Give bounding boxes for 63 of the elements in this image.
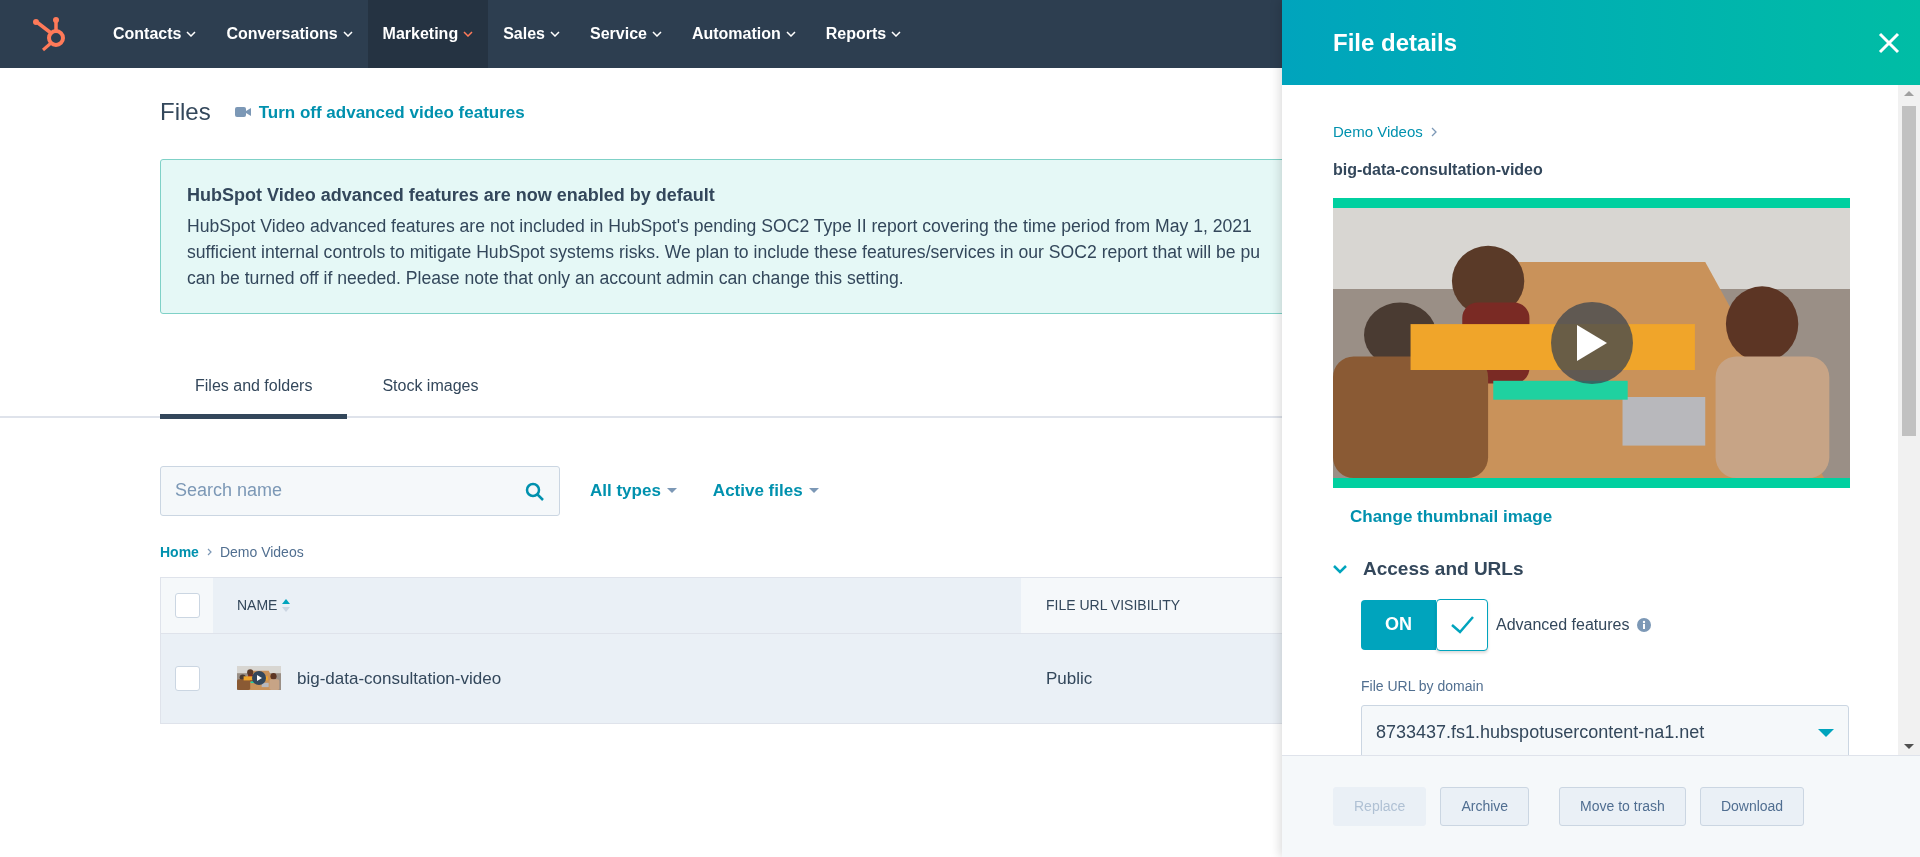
column-header[interactable]: FILE URL VISIBILITY <box>1021 577 1282 633</box>
column-title: NAME <box>237 595 278 615</box>
page-title: Files <box>160 98 211 127</box>
caret-icon <box>1818 728 1834 737</box>
nav-menu-item[interactable]: Conversations <box>211 0 368 68</box>
banner-text: sufficient internal controls to mitigate HubSpot systems risks. We plan to include these features/services in our SOC2 report that will be pu <box>187 240 1261 264</box>
footer-button[interactable]: Move to trash <box>1559 787 1686 826</box>
video-features-link[interactable]: Turn off advanced video features <box>234 99 525 126</box>
nav-menu-item[interactable]: Reports <box>810 0 917 68</box>
nav-menu-item[interactable]: Sales <box>488 0 575 68</box>
checkbox[interactable] <box>174 592 200 618</box>
caret-icon <box>891 31 902 37</box>
scrollbar[interactable] <box>1898 85 1920 755</box>
nav-menu-item[interactable]: Automation <box>676 0 811 68</box>
field-label: File URL by domain <box>1361 677 1484 694</box>
filter-dropdown[interactable]: All types <box>584 477 683 505</box>
table-cell: Public <box>1046 668 1093 688</box>
nav-menu-item[interactable]: Marketing <box>367 0 489 68</box>
file-title: big-data-consultation-video <box>1333 160 1543 178</box>
checkbox[interactable] <box>174 665 200 691</box>
banner-title: HubSpot Video advanced features are now enabled by default <box>187 183 716 207</box>
filter-dropdown[interactable]: Active files <box>706 477 825 505</box>
caret-icon <box>651 31 662 37</box>
close-icon <box>1878 32 1900 55</box>
caret-icon <box>785 31 796 37</box>
play-icon <box>1576 324 1607 361</box>
column-title: FILE URL VISIBILITY <box>1046 595 1181 615</box>
banner-text: can be turned off if needed. Please note that only an account admin can change this setting. <box>187 266 904 290</box>
caret-icon <box>463 31 474 37</box>
caret-icon <box>342 31 353 37</box>
breadcrumb-current: Demo Videos <box>219 542 304 562</box>
caret-icon <box>666 488 677 494</box>
footer-button[interactable]: Archive <box>1440 787 1530 826</box>
info-icon[interactable] <box>1637 617 1652 632</box>
check-icon <box>1450 615 1474 634</box>
scroll-down-icon[interactable] <box>1904 744 1914 749</box>
tab[interactable]: Files and folders <box>160 363 348 419</box>
tab[interactable]: Stock images <box>347 363 514 419</box>
chevron-icon[interactable] <box>1333 564 1347 574</box>
panel-title: File details <box>1333 27 1458 58</box>
domain-select[interactable]: 8733437.fs1.hubspotusercontent-na1.net <box>1361 704 1849 755</box>
nav-menu-item[interactable]: Contacts <box>98 0 212 68</box>
video-camera-icon <box>234 105 251 120</box>
change-thumbnail-link[interactable]: Change thumbnail image <box>1350 506 1553 526</box>
scroll-up-icon[interactable] <box>1904 91 1914 96</box>
caret-icon <box>550 31 560 37</box>
file-name[interactable]: big-data-consultation-video <box>297 665 502 692</box>
nav-menu-item[interactable]: Service <box>575 0 677 68</box>
caret-icon <box>186 31 197 37</box>
chevron-icon <box>1430 127 1437 138</box>
search-icon <box>525 481 544 501</box>
breadcrumb-link[interactable]: Home <box>160 541 199 563</box>
toggle-label: Advanced features <box>1496 614 1630 635</box>
section-title[interactable]: Access and URLs <box>1363 555 1524 584</box>
footer-button[interactable]: Download <box>1699 787 1805 826</box>
search-field[interactable]: Search name <box>160 465 560 516</box>
sort-icon[interactable] <box>281 598 292 612</box>
play-button[interactable] <box>252 671 266 686</box>
caret-icon <box>808 488 819 494</box>
breadcrumb-link[interactable]: Demo Videos <box>1333 121 1423 144</box>
chevron-icon <box>206 548 212 557</box>
banner-text: HubSpot Video advanced features are not included in HubSpot's pending SOC2 Type II report covering the time period from May 1, 2021 <box>187 214 1252 238</box>
close-button[interactable] <box>1878 30 1900 55</box>
